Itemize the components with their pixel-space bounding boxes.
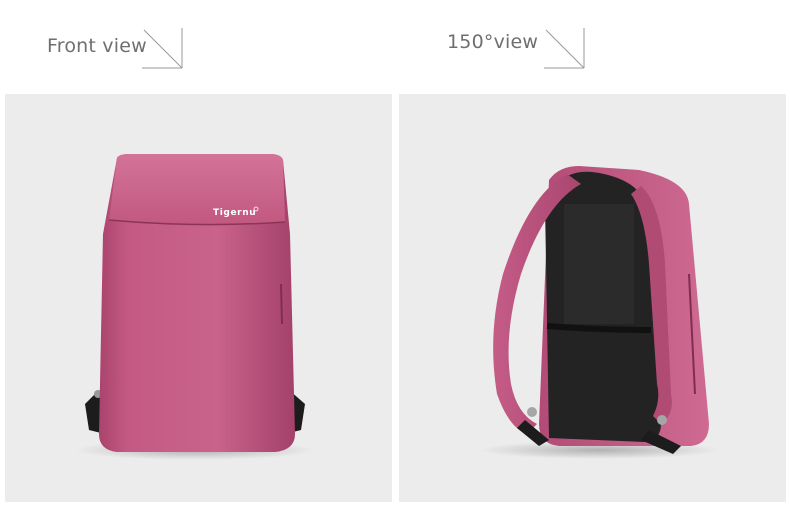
side-view-photo	[399, 94, 786, 502]
left-buckle	[527, 407, 537, 417]
right-buckle	[657, 415, 667, 425]
front-view-label: Front view	[47, 35, 147, 57]
brand-logo-text: Tigernu	[213, 208, 256, 218]
diagonal-decor-icon	[544, 28, 585, 69]
side-view-label: 150°view	[447, 31, 539, 53]
backpack-top-panel	[109, 154, 285, 225]
front-view-photo: Tigernu	[5, 94, 392, 502]
side-zipper	[280, 283, 283, 325]
diagonal-decor-icon	[142, 28, 183, 69]
mesh-texture	[564, 204, 634, 324]
